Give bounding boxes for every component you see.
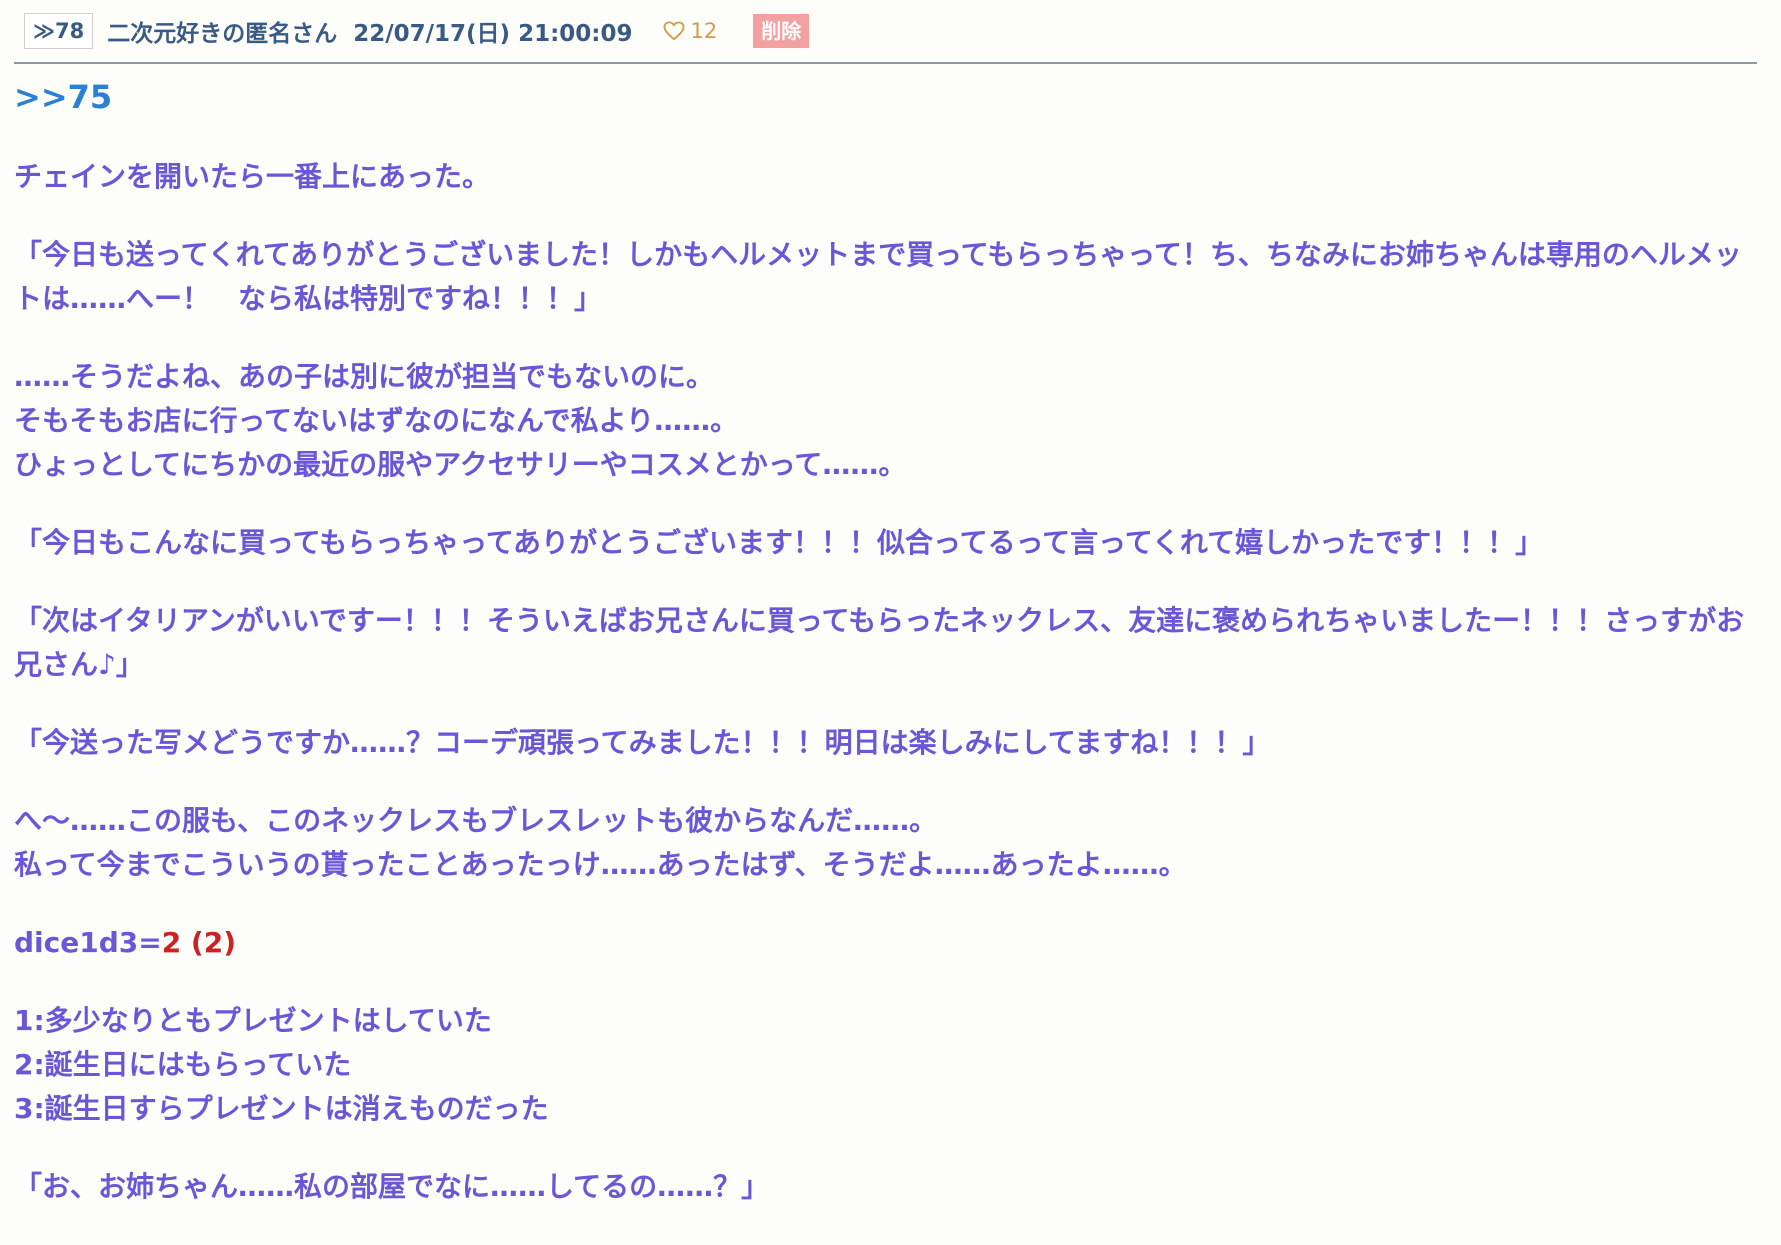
option-1: 1:多少なりともプレゼントはしていた (14, 1004, 492, 1037)
post: ≫78 二次元好きの匿名さん 22/07/17(日) 21:00:09 12 削… (0, 0, 1781, 1245)
option-2: 2:誕生日にはもらっていた (14, 1048, 352, 1081)
paragraph-7-line-1: へ～……この服も、このネックレスもブレスレットも彼からなんだ……。 (14, 804, 938, 837)
options-list: 1:多少なりともプレゼントはしていた 2:誕生日にはもらっていた 3:誕生日すら… (14, 999, 1764, 1131)
paragraph-9: 「お、お姉ちゃん……私の部屋でなに……してるの……？」 (14, 1170, 770, 1203)
paragraph-7: へ～……この服も、このネックレスもブレスレットも彼からなんだ……。 私って今まで… (14, 799, 1764, 887)
paragraph-2: 「今日も送ってくれてありがとうございました！しかもヘルメットまで買ってもらっちゃ… (14, 238, 1742, 315)
dice-result: 2 (2) (161, 926, 237, 959)
option-3: 3:誕生日すらプレゼントは消えものだった (14, 1092, 549, 1125)
paragraph-6: 「今送った写メどうですか……？コーデ頑張ってみました！！！明日は楽しみにしてます… (14, 726, 1271, 759)
like-button[interactable]: 12 (663, 19, 718, 43)
paragraph-3: ……そうだよね、あの子は別に彼が担当でもないのに。 そもそもお店に行ってないはず… (14, 355, 1764, 487)
paragraph-3-line-1: ……そうだよね、あの子は別に彼が担当でもないのに。 (14, 360, 715, 393)
post-date: 22/07/17(日) 21:00:09 (353, 21, 633, 47)
delete-button[interactable]: 削除 (753, 14, 810, 48)
res-number-button[interactable]: ≫78 (24, 13, 94, 49)
dice-roll: dice1d3=2 (2) (14, 921, 1764, 965)
like-count: 12 (690, 19, 718, 43)
paragraph-5: 「次はイタリアンがいいですー！！！そういえばお兄さんに買ってもらったネックレス、… (14, 604, 1745, 681)
paragraph-7-line-2: 私って今までこういうの貰ったことあったっけ……あったはず、そうだよ……あったよ…… (14, 848, 1187, 881)
paragraph-4: 「今日もこんなに買ってもらっちゃってありがとうございます！！！似合ってるって言っ… (14, 526, 1544, 559)
paragraph-3-line-2: そもそもお店に行ってないはずなのになんで私より……。 (14, 404, 739, 437)
paragraph-1: チェインを開いたら一番上にあった。 (14, 160, 491, 193)
author-name: 二次元好きの匿名さん (107, 21, 338, 47)
heart-icon (663, 21, 684, 41)
dice-label: dice1d3= (14, 926, 162, 959)
reply-anchor-link[interactable]: >>75 (14, 78, 112, 116)
paragraph-3-line-3: ひょっとしてにちかの最近の服やアクセサリーやコスメとかって……。 (14, 448, 907, 481)
post-header: ≫78 二次元好きの匿名さん 22/07/17(日) 21:00:09 12 削… (14, 0, 1757, 64)
post-body: >>75 チェインを開いたら一番上にあった。 「今日も送ってくれてありがとうござ… (14, 64, 1764, 1209)
